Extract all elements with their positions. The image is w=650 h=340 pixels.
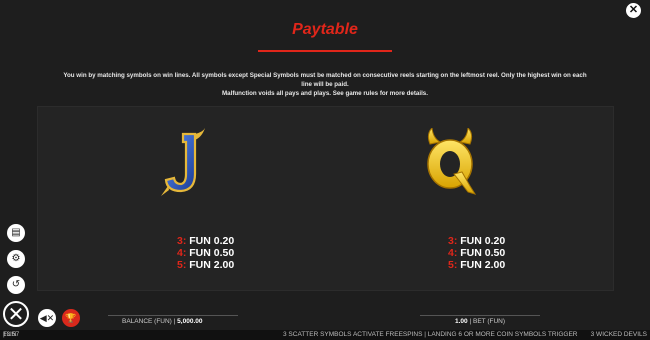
paytable-panel <box>37 106 614 291</box>
paytable-q: 3: FUN 0.20 4: FUN 0.50 5: FUN 2.00 <box>448 235 505 271</box>
pay-value: FUN 0.50 <box>189 247 235 259</box>
paytable-button[interactable]: ▤ <box>7 224 25 242</box>
pay-count: 5: <box>448 259 458 271</box>
bet-value: 1.00 <box>455 318 468 325</box>
history-icon: ↺ <box>11 279 21 290</box>
pay-count: 4: <box>177 247 187 259</box>
mode-label: FUN <box>3 331 17 338</box>
paytable-j: 3: FUN 0.20 4: FUN 0.50 5: FUN 2.00 <box>177 235 234 271</box>
speaker-mute-icon: ◀✕ <box>39 313 55 323</box>
pay-row: 5: FUN 2.00 <box>177 259 234 271</box>
game-name: 3 WICKED DEVILS <box>590 331 647 338</box>
document-icon: ▤ <box>11 227 21 238</box>
bet-sep: | <box>469 318 472 325</box>
symbol-j-icon <box>161 128 205 196</box>
x-icon: ✕ <box>7 304 25 326</box>
pay-count: 3: <box>448 235 458 247</box>
pay-row: 4: FUN 0.50 <box>448 247 505 259</box>
intro-line-2: Malfunction voids all pays and plays. Se… <box>222 90 428 97</box>
pay-value: FUN 0.50 <box>460 247 506 259</box>
pay-count: 5: <box>177 259 187 271</box>
balance-value: 5,000.00 <box>177 318 203 325</box>
balance-sep: | <box>173 318 176 325</box>
gear-icon: ⚙ <box>11 253 21 264</box>
symbol-q-icon <box>427 128 477 195</box>
close-icon[interactable]: ✕ <box>626 3 641 18</box>
rules-intro: You win by matching symbols on win lines… <box>60 71 590 98</box>
pay-value: FUN 0.20 <box>189 235 235 247</box>
bet-label: BET (FUN) <box>472 318 506 325</box>
sound-button[interactable]: ◀✕ <box>38 309 56 327</box>
intro-line-1: You win by matching symbols on win lines… <box>63 72 587 88</box>
status-bar: 13:57 | FUN 3 SCATTER SYMBOLS ACTIVATE F… <box>0 330 650 340</box>
settings-button[interactable]: ⚙ <box>7 250 25 268</box>
bet-display: 1.00 | BET (FUN) <box>455 318 505 325</box>
pay-count: 3: <box>177 235 187 247</box>
pay-row: 4: FUN 0.50 <box>177 247 234 259</box>
history-button[interactable]: ↺ <box>7 276 25 294</box>
pay-row: 5: FUN 2.00 <box>448 259 505 271</box>
status-message: 3 SCATTER SYMBOLS ACTIVATE FREESPINS | L… <box>283 331 578 338</box>
title-underline <box>258 50 392 52</box>
exit-button[interactable]: ✕ <box>3 301 29 327</box>
trophy-icon: 🏆 <box>65 313 77 323</box>
pay-count: 4: <box>448 247 458 259</box>
trophy-button[interactable]: 🏆 <box>62 309 80 327</box>
balance-label: BALANCE (FUN) <box>122 318 172 325</box>
pay-row: 3: FUN 0.20 <box>448 235 505 247</box>
balance-display: BALANCE (FUN) | 5,000.00 <box>122 318 202 325</box>
pay-value: FUN 2.00 <box>460 259 506 271</box>
pay-value: FUN 2.00 <box>189 259 235 271</box>
pay-row: 3: FUN 0.20 <box>177 235 234 247</box>
page-title: Paytable <box>292 21 358 38</box>
pay-value: FUN 0.20 <box>460 235 506 247</box>
